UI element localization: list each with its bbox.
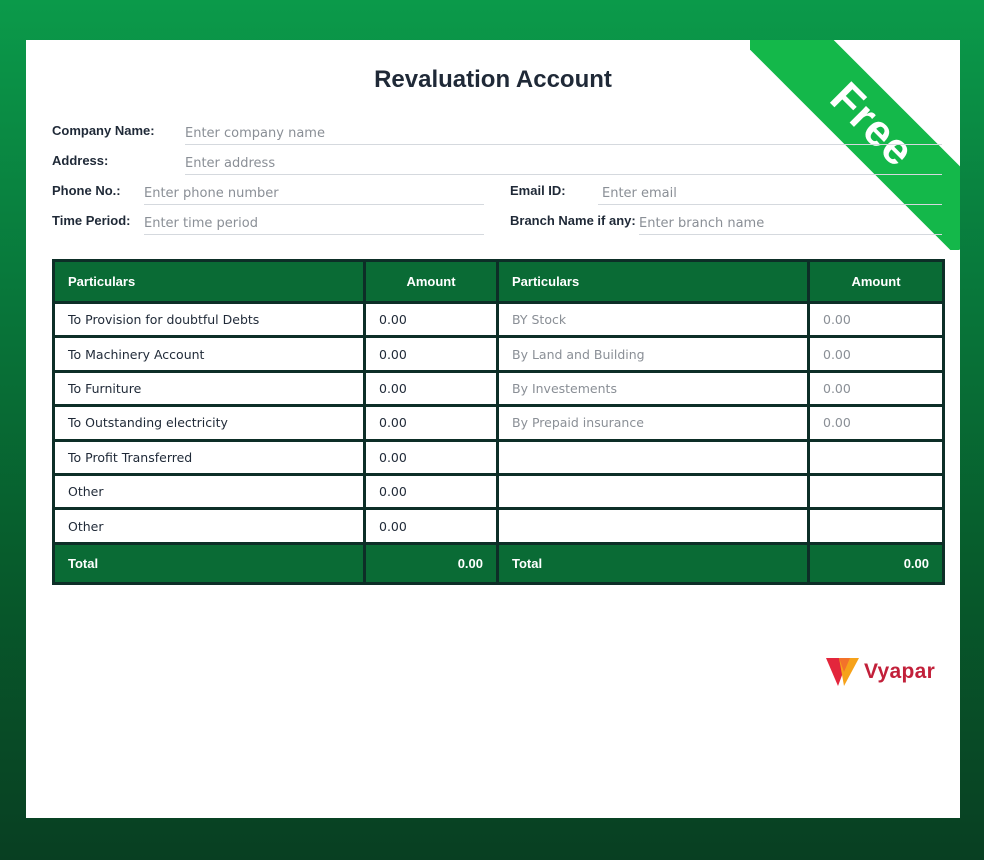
branch-row: Branch Name if any: Enter branch name xyxy=(510,213,942,235)
debit-amount-cell[interactable]: 0.00 xyxy=(363,300,499,339)
time-period-label: Time Period: xyxy=(52,213,131,228)
credit-amount-cell[interactable] xyxy=(807,507,945,545)
page-title: Revaluation Account xyxy=(374,66,612,93)
table-row: To Provision for doubtful Debts 0.00 BY … xyxy=(52,300,945,339)
credit-total-label: Total xyxy=(496,541,810,585)
branch-label: Branch Name if any: xyxy=(510,213,636,228)
phone-row: Phone No.: Enter phone number xyxy=(52,183,484,205)
debit-amount-cell[interactable]: 0.00 xyxy=(363,369,499,408)
debit-total-label: Total xyxy=(52,541,366,585)
credit-particular-cell[interactable]: By Prepaid insurance xyxy=(496,404,810,442)
company-name-row: Company Name: Enter company name xyxy=(52,123,942,145)
credit-particular-cell[interactable] xyxy=(496,507,810,545)
branch-input[interactable]: Enter branch name xyxy=(639,213,942,235)
debit-particular-cell[interactable]: Other xyxy=(52,472,366,511)
address-input[interactable]: Enter address xyxy=(185,153,942,175)
vyapar-logo-text: Vyapar xyxy=(864,660,936,683)
debit-particular-cell[interactable]: To Machinery Account xyxy=(52,335,366,373)
debit-amount-cell[interactable]: 0.00 xyxy=(363,507,499,545)
credit-amount-cell[interactable]: 0.00 xyxy=(807,404,945,442)
debit-total-value: 0.00 xyxy=(363,541,499,585)
credit-amount-cell[interactable]: 0.00 xyxy=(807,300,945,339)
time-period-input[interactable]: Enter time period xyxy=(144,213,484,235)
credit-amount-cell[interactable] xyxy=(807,472,945,511)
debit-amount-cell[interactable]: 0.00 xyxy=(363,335,499,373)
email-label: Email ID: xyxy=(510,183,566,198)
debit-amount-cell[interactable]: 0.00 xyxy=(363,472,499,511)
total-row: Total 0.00 Total 0.00 xyxy=(52,541,945,585)
credit-amount-cell[interactable]: 0.00 xyxy=(807,335,945,373)
email-input[interactable]: Enter email xyxy=(598,183,942,205)
debit-particular-cell[interactable]: To Provision for doubtful Debts xyxy=(52,300,366,339)
vyapar-logo-icon xyxy=(826,658,859,686)
revaluation-table: Particulars Amount Particulars Amount To… xyxy=(52,259,945,585)
table-row: To Machinery Account 0.00 By Land and Bu… xyxy=(52,335,945,373)
time-period-row: Time Period: Enter time period xyxy=(52,213,484,235)
credit-amount-cell[interactable] xyxy=(807,438,945,476)
address-row: Address: Enter address xyxy=(52,153,942,175)
phone-label: Phone No.: xyxy=(52,183,121,198)
credit-particular-cell[interactable]: BY Stock xyxy=(496,300,810,339)
credit-particular-cell[interactable]: By Investements xyxy=(496,369,810,408)
company-name-label: Company Name: xyxy=(52,123,155,138)
debit-particular-cell[interactable]: To Furniture xyxy=(52,369,366,408)
table-row: Other 0.00 xyxy=(52,472,945,511)
table-header-row: Particulars Amount Particulars Amount xyxy=(52,259,945,304)
credit-particular-cell[interactable] xyxy=(496,472,810,511)
phone-input[interactable]: Enter phone number xyxy=(144,183,484,205)
email-row: Email ID: Enter email xyxy=(510,183,942,205)
credit-particular-cell[interactable]: By Land and Building xyxy=(496,335,810,373)
table-row: To Outstanding electricity 0.00 By Prepa… xyxy=(52,404,945,442)
invoice-sheet: Free Revaluation Account Company Name: E… xyxy=(26,40,960,818)
table-row: To Furniture 0.00 By Investements 0.00 xyxy=(52,369,945,408)
debit-amount-cell[interactable]: 0.00 xyxy=(363,404,499,442)
credit-particular-cell[interactable] xyxy=(496,438,810,476)
vyapar-logo: Vyapar xyxy=(826,654,938,690)
credit-amount-cell[interactable]: 0.00 xyxy=(807,369,945,408)
company-name-input[interactable]: Enter company name xyxy=(185,123,942,145)
debit-amount-cell[interactable]: 0.00 xyxy=(363,438,499,476)
debit-particular-cell[interactable]: Other xyxy=(52,507,366,545)
header-amount-credit: Amount xyxy=(807,259,945,304)
header-particulars-credit: Particulars xyxy=(496,259,810,304)
address-label: Address: xyxy=(52,153,109,168)
debit-particular-cell[interactable]: To Profit Transferred xyxy=(52,438,366,476)
header-amount-debit: Amount xyxy=(363,259,499,304)
table-row: Other 0.00 xyxy=(52,507,945,545)
table-row: To Profit Transferred 0.00 xyxy=(52,438,945,476)
credit-total-value: 0.00 xyxy=(807,541,945,585)
header-particulars-debit: Particulars xyxy=(52,259,366,304)
debit-particular-cell[interactable]: To Outstanding electricity xyxy=(52,404,366,442)
